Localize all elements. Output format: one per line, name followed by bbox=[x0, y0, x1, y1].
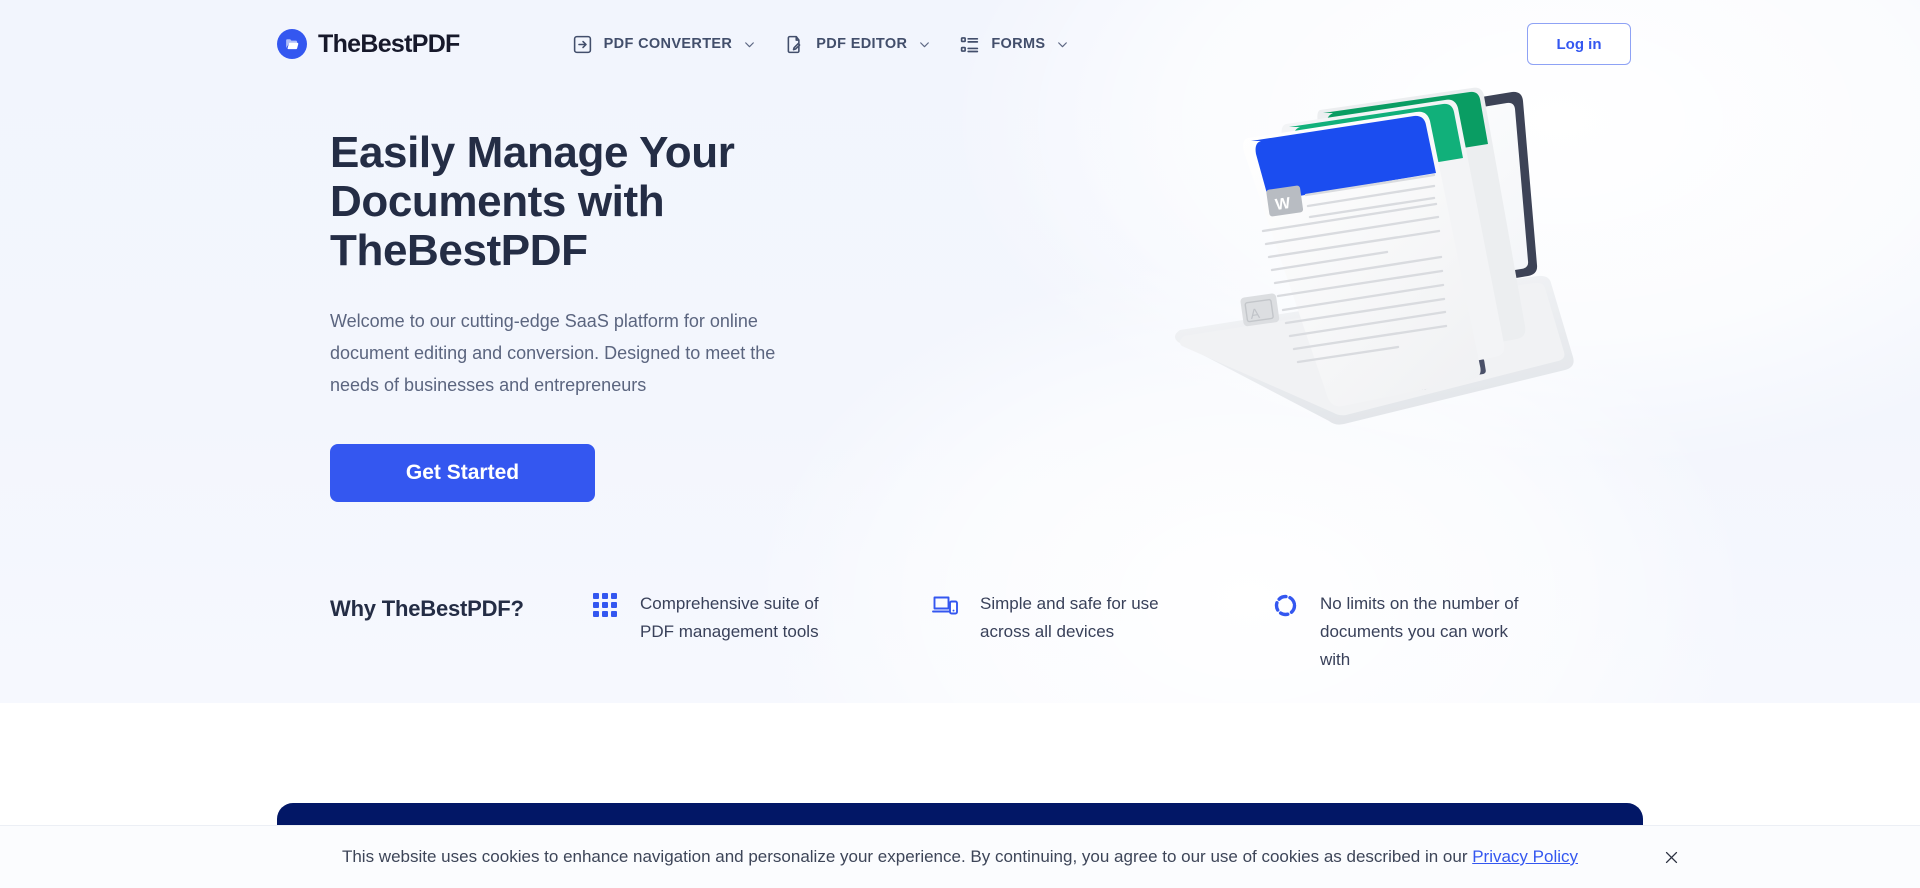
nav-label: PDF EDITOR bbox=[816, 36, 908, 52]
hero-subtitle: Welcome to our cutting-edge SaaS platfor… bbox=[330, 311, 776, 395]
feature-item: Simple and safe for use across all devic… bbox=[932, 590, 1182, 646]
close-icon[interactable] bbox=[1658, 844, 1684, 870]
page-title: Easily Manage Your Documents with TheBes… bbox=[330, 128, 735, 275]
chevron-down-icon[interactable] bbox=[918, 38, 931, 51]
hero-body: Easily Manage Your Documents with TheBes… bbox=[0, 87, 1920, 502]
form-list-icon bbox=[959, 34, 980, 55]
feature-item: Comprehensive suite of PDF management to… bbox=[592, 590, 842, 646]
document-pencil-icon bbox=[784, 34, 805, 55]
nav-item-forms[interactable]: FORMS bbox=[959, 34, 1069, 55]
laptop-with-documents-illustration: W A bbox=[1120, 74, 1590, 464]
devices-laptop-phone-icon bbox=[932, 590, 959, 624]
nav-item-pdf-editor[interactable]: PDF EDITOR bbox=[784, 34, 931, 55]
nav-label: PDF CONVERTER bbox=[603, 36, 733, 52]
dashed-circle-icon bbox=[1272, 590, 1299, 624]
main-navigation: PDF CONVERTER PDF EDITOR FORMS bbox=[572, 34, 1070, 55]
privacy-policy-link[interactable]: Privacy Policy bbox=[1472, 847, 1578, 866]
brand-logo[interactable]: TheBestPDF bbox=[277, 29, 460, 59]
features-title: Why TheBestPDF? bbox=[330, 596, 524, 621]
cookie-banner-message: This website uses cookies to enhance nav… bbox=[341, 847, 1473, 866]
nav-label: FORMS bbox=[991, 36, 1046, 52]
grid-nine-squares-icon bbox=[592, 590, 619, 624]
features-row: Why TheBestPDF? Comprehensive suite of P… bbox=[0, 590, 1920, 674]
nav-item-pdf-converter[interactable]: PDF CONVERTER bbox=[572, 34, 757, 55]
pdf-folder-logo-icon bbox=[277, 29, 307, 59]
cookie-banner-text: This website uses cookies to enhance nav… bbox=[342, 847, 1578, 867]
feature-text: Simple and safe for use across all devic… bbox=[980, 594, 1159, 641]
arrow-right-box-icon bbox=[572, 34, 593, 55]
hero-section: TheBestPDF PDF CONVERTER PDF EDITOR FORM… bbox=[0, 0, 1920, 703]
get-started-button[interactable]: Get Started bbox=[330, 444, 595, 502]
site-header: TheBestPDF PDF CONVERTER PDF EDITOR FORM… bbox=[0, 0, 1920, 88]
feature-text: No limits on the number of documents you… bbox=[1320, 594, 1519, 669]
chevron-down-icon[interactable] bbox=[743, 38, 756, 51]
brand-name: TheBestPDF bbox=[318, 29, 460, 58]
hero-copy: Easily Manage Your Documents with TheBes… bbox=[330, 88, 930, 502]
chevron-down-icon[interactable] bbox=[1056, 38, 1069, 51]
cookie-banner: This website uses cookies to enhance nav… bbox=[0, 825, 1920, 888]
feature-text: Comprehensive suite of PDF management to… bbox=[640, 594, 819, 641]
feature-item: No limits on the number of documents you… bbox=[1272, 590, 1537, 674]
login-button[interactable]: Log in bbox=[1527, 23, 1631, 65]
